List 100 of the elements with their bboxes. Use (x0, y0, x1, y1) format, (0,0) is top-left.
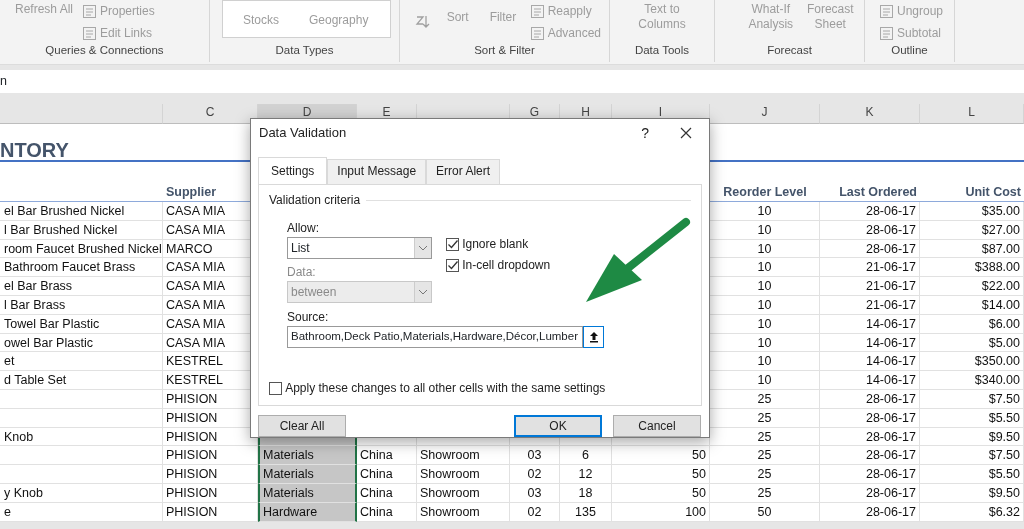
table-cell: 50 (612, 465, 710, 484)
table-cell: 14-06-17 (820, 333, 920, 353)
table-cell: $5.00 (920, 333, 1024, 353)
table-cell: $35.00 (920, 202, 1024, 221)
table-cell: 25 (710, 427, 820, 447)
group-label: Data Tools (633, 42, 691, 58)
table-cell: Showroom (417, 483, 510, 503)
column-heading: Unit Cost (965, 185, 1021, 199)
table-cell: $388.00 (920, 258, 1024, 278)
table-cell: l Bar Brass (0, 296, 163, 315)
table-cell: 6 (560, 446, 612, 466)
column-header[interactable]: L (920, 104, 1024, 124)
table-cell: Showroom (417, 502, 510, 522)
table-cell: 50 (710, 502, 820, 522)
table-cell: 28-06-17 (820, 202, 920, 221)
table-cell: 14-06-17 (820, 314, 920, 334)
tab[interactable]: Input Message (327, 159, 427, 184)
document-icon (529, 3, 545, 19)
column-heading: Last Ordered (839, 185, 917, 199)
table-cell: $9.50 (920, 483, 1024, 503)
check-icon (446, 260, 459, 271)
checkbox-label: Apply these changes to all other cells with the same settings (285, 380, 606, 397)
table-cell: Knob (0, 427, 163, 447)
table-cell: y Knob (0, 483, 163, 503)
table-cell: 28-06-17 (820, 483, 920, 503)
dialog-button[interactable]: Cancel (613, 415, 701, 437)
checkbox[interactable] (446, 237, 459, 251)
table-cell: 25 (710, 483, 820, 503)
table-cell: 28-06-17 (820, 239, 920, 259)
help-button[interactable]: ? (641, 122, 649, 144)
table-cell: 02 (510, 502, 560, 522)
table-cell: Materials (258, 465, 357, 484)
table-cell: 03 (510, 446, 560, 466)
table-cell: e (0, 502, 163, 522)
chevron-down-icon (418, 244, 428, 252)
checkbox-label: Ignore blank (462, 236, 529, 253)
name-box[interactable]: n (0, 72, 7, 91)
table-cell: 25 (710, 465, 820, 484)
dialog-title: Data Validation (259, 124, 347, 143)
column-heading: Supplier (166, 185, 216, 199)
field-label: Data: (287, 264, 317, 281)
table-cell: $22.00 (920, 277, 1024, 296)
table-cell: 18 (560, 483, 612, 503)
upload-icon (588, 331, 599, 343)
table-cell: d Table Set (0, 371, 163, 390)
table-cell: 25 (710, 446, 820, 466)
table-cell: 12 (560, 465, 612, 484)
table-cell: 50 (612, 483, 710, 503)
table-cell: China (357, 502, 417, 522)
group-label: Queries & Connections (44, 42, 165, 58)
column-heading: Reorder Level (723, 185, 807, 199)
column-header[interactable]: C (163, 104, 258, 124)
table-cell: Towel Bar Plastic (0, 314, 163, 334)
table-cell: 14-06-17 (820, 371, 920, 390)
table-cell: 100 (612, 502, 710, 522)
document-icon (82, 25, 97, 41)
table-cell: 21-06-17 (820, 277, 920, 296)
document-icon (82, 3, 97, 19)
dropdown-field[interactable]: List (287, 237, 432, 259)
collapse-button[interactable] (583, 326, 604, 348)
group-label: Sort & Filter (473, 42, 536, 58)
source-field[interactable]: Bathroom,Deck Patio,Materials,Hardware,Décor,Lumber (287, 326, 583, 348)
group-label: Forecast (766, 42, 813, 58)
table-cell: Materials (258, 446, 357, 466)
document-icon (879, 3, 894, 19)
dialog-button[interactable]: OK (514, 415, 602, 437)
table-cell: 28-06-17 (820, 502, 920, 522)
checkbox[interactable] (269, 381, 282, 395)
table-cell: $27.00 (920, 220, 1024, 240)
group-label: Data Types (274, 42, 335, 58)
table-cell: Showroom (417, 465, 510, 484)
table-cell: 21-06-17 (820, 258, 920, 278)
table-cell: 28-06-17 (820, 427, 920, 447)
table-cell: et (0, 352, 163, 372)
table-cell: 135 (560, 502, 612, 522)
tab[interactable]: Error Alert (426, 159, 501, 184)
close-icon[interactable] (679, 126, 693, 140)
table-cell: $5.50 (920, 408, 1024, 428)
table-cell: Bathroom Faucet Brass (0, 258, 163, 278)
table-cell: $5.50 (920, 465, 1024, 484)
document-icon (529, 25, 545, 41)
table-cell: $6.32 (920, 502, 1024, 522)
table-cell: 50 (612, 446, 710, 466)
table-cell: 28-06-17 (820, 446, 920, 466)
table-cell: $87.00 (920, 239, 1024, 259)
table-cell: $9.50 (920, 427, 1024, 447)
table-cell: el Bar Brass (0, 277, 163, 296)
column-header[interactable]: K (820, 104, 920, 124)
table-cell: Showroom (417, 446, 510, 466)
table-cell: room Faucet Brushed Nickel (0, 239, 163, 259)
column-header[interactable]: J (710, 104, 820, 124)
field-label: Allow: (287, 220, 320, 237)
dialog-button[interactable]: Clear All (258, 415, 346, 437)
table-cell: $14.00 (920, 296, 1024, 315)
checkbox[interactable] (446, 258, 459, 272)
table-cell: 02 (510, 465, 560, 484)
table-cell: 28-06-17 (820, 220, 920, 240)
table-cell: 03 (510, 483, 560, 503)
document-icon (879, 25, 894, 41)
tab[interactable]: Settings (258, 157, 328, 184)
